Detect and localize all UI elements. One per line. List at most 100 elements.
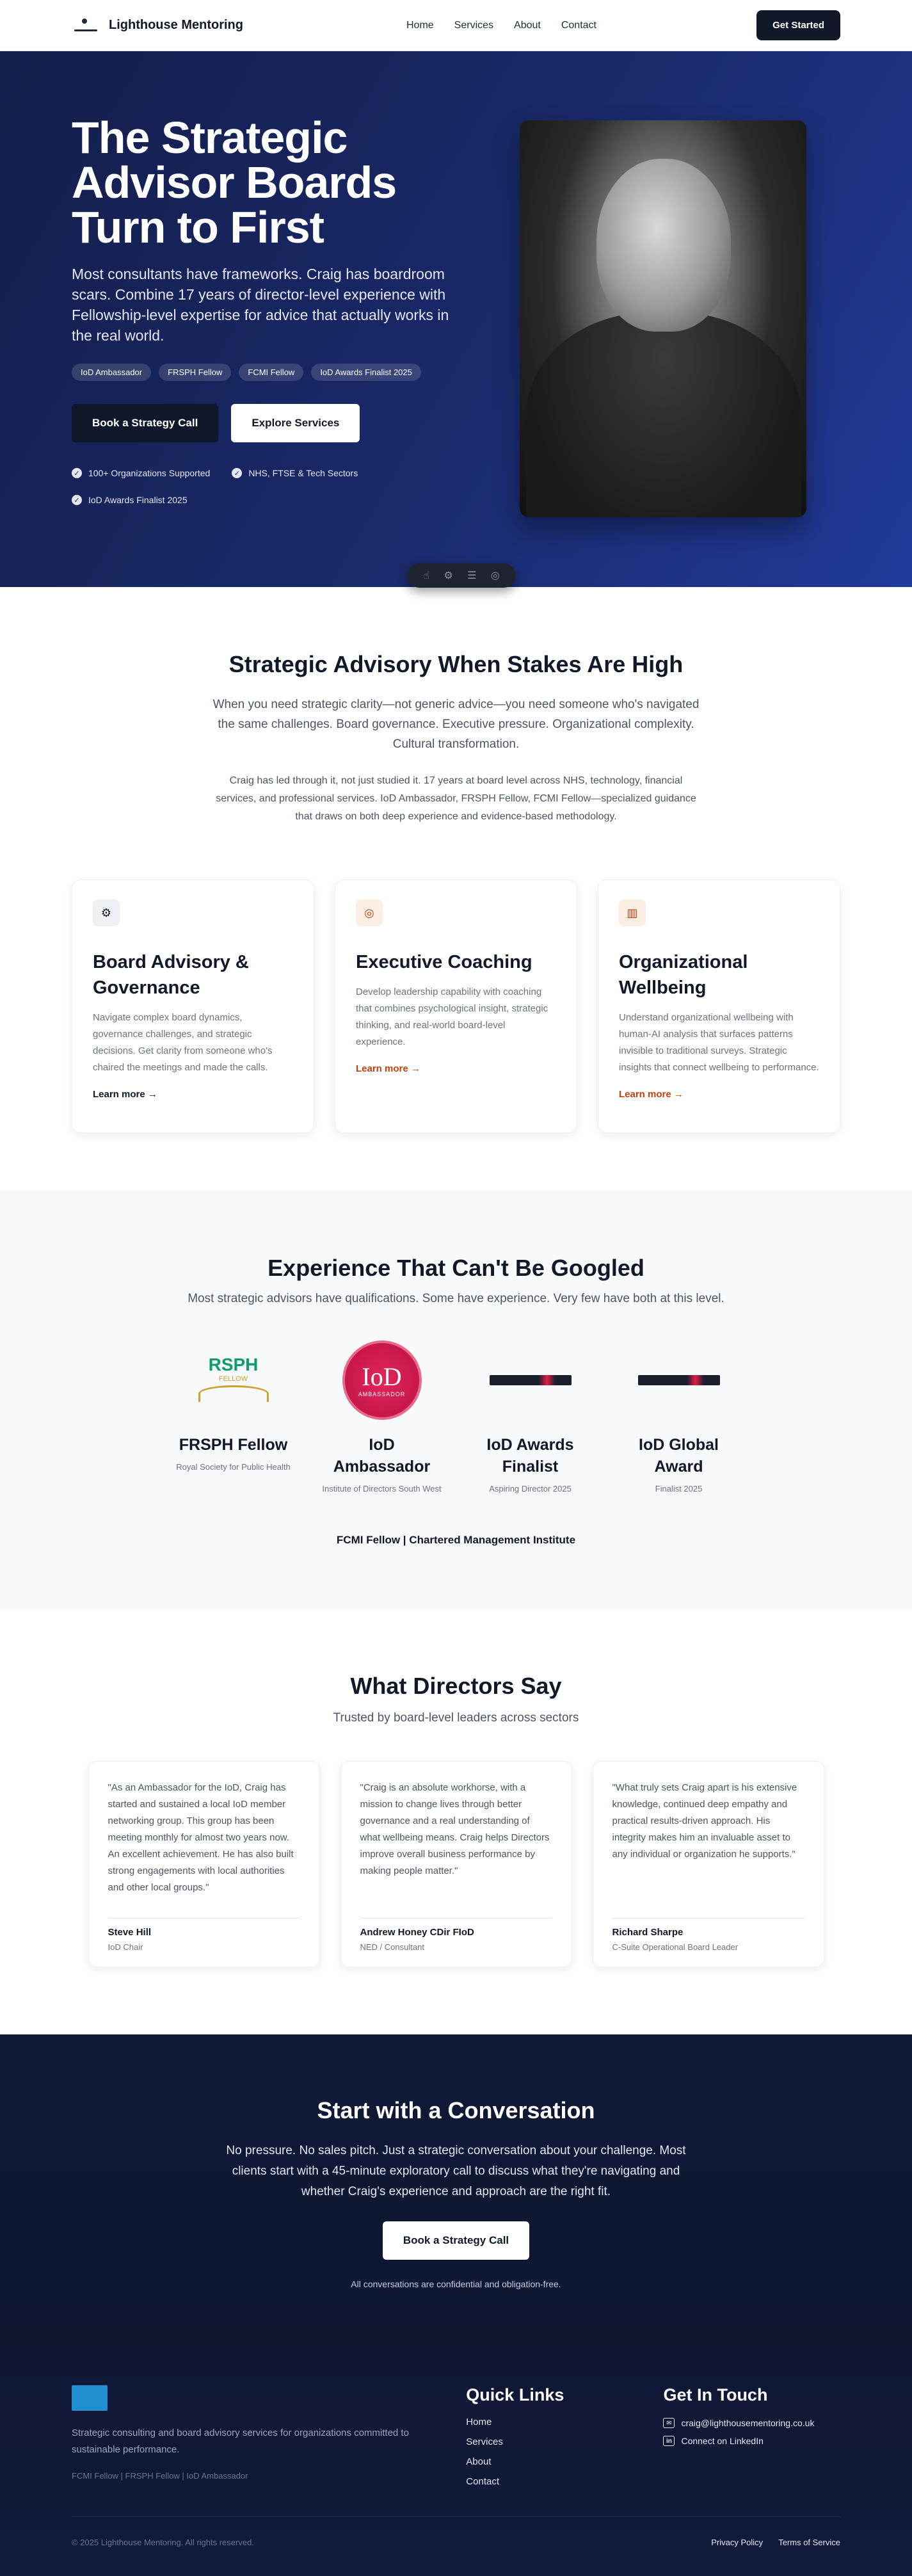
footer-link-services[interactable]: Services bbox=[466, 2436, 663, 2447]
nav-link-services[interactable]: Services bbox=[454, 20, 493, 31]
linkedin-icon: in bbox=[663, 2436, 675, 2446]
get-started-button[interactable]: Get Started bbox=[756, 10, 840, 40]
terms-of-service-link[interactable]: Terms of Service bbox=[778, 2538, 840, 2547]
learn-more-link[interactable]: Learn more → bbox=[93, 1089, 293, 1100]
quote-author: Andrew Honey CDir FIoD bbox=[360, 1927, 474, 1938]
card-text: Understand organizational wellbeing with… bbox=[619, 1012, 819, 1073]
hero-section: The Strategic Advisor Boards Turn to Fir… bbox=[0, 51, 912, 588]
advisory-intro: When you need strategic clarity—not gene… bbox=[212, 698, 700, 751]
testimonial-card: "As an Ambassador for the IoD, Craig has… bbox=[88, 1761, 320, 1967]
footer-description: Strategic consulting and board advisory … bbox=[72, 2427, 409, 2455]
mail-icon: ✉ bbox=[663, 2418, 675, 2428]
footer-link-about[interactable]: About bbox=[466, 2456, 663, 2467]
target-icon: ◎ bbox=[356, 899, 383, 926]
card-title: Executive Coaching bbox=[356, 952, 532, 972]
service-card-board-advisory[interactable]: ⚙ Board Advisory & Governance Navigate c… bbox=[72, 880, 314, 1133]
badge-frsph-fellow: FRSPH Fellow bbox=[159, 364, 232, 381]
service-cards: ⚙ Board Advisory & Governance Navigate c… bbox=[72, 880, 840, 1133]
advisory-detail: Craig has led through it, not just studi… bbox=[216, 775, 696, 822]
list-icon[interactable]: ☰ bbox=[467, 569, 476, 582]
credential-name: IoD Global Award bbox=[639, 1436, 719, 1476]
advisory-title: Strategic Advisory When Stakes Are High bbox=[228, 651, 684, 677]
footer-link-home[interactable]: Home bbox=[466, 2417, 663, 2427]
iod-awards-banner bbox=[489, 1375, 572, 1385]
portrait-photo bbox=[520, 120, 806, 517]
nav-link-about[interactable]: About bbox=[514, 20, 541, 31]
quote-role: IoD Chair bbox=[108, 1942, 143, 1952]
hero-badges: IoD Ambassador FRSPH Fellow FCMI Fellow … bbox=[72, 364, 456, 381]
badge-iod-ambassador: IoD Ambassador bbox=[72, 364, 152, 381]
lighthouse-logo-icon bbox=[72, 16, 100, 35]
linkedin-link[interactable]: in Connect on LinkedIn bbox=[663, 2436, 840, 2446]
quote-role: C-Suite Operational Board Leader bbox=[612, 1942, 739, 1952]
cta-note: All conversations are confidential and o… bbox=[351, 2279, 561, 2289]
testimonial-cards: "As an Ambassador for the IoD, Craig has… bbox=[72, 1761, 840, 1967]
book-strategy-call-button[interactable]: Book a Strategy Call bbox=[72, 404, 219, 442]
explore-services-button[interactable]: Explore Services bbox=[231, 404, 360, 442]
credentials: RSPH FELLOW FRSPH Fellow Royal Society f… bbox=[72, 1340, 840, 1495]
nav-link-contact[interactable]: Contact bbox=[561, 20, 596, 31]
hero-checks: ✓ 100+ Organizations Supported ✓ NHS, FTSE… bbox=[72, 468, 404, 505]
credential-iod-global: IoD Global Award Finalist 2025 bbox=[605, 1340, 753, 1495]
experience-subtitle: Most strategic advisors have qualificati… bbox=[188, 1292, 724, 1305]
card-title: Organizational Wellbeing bbox=[619, 952, 748, 998]
settings-icon[interactable]: ⚙ bbox=[444, 569, 452, 582]
privacy-policy-link[interactable]: Privacy Policy bbox=[711, 2538, 763, 2547]
target-icon[interactable]: ◎ bbox=[491, 569, 500, 582]
hero-subtitle: Most consultants have frameworks. Craig … bbox=[72, 266, 449, 344]
footer-credentials: FCMI Fellow | FRSPH Fellow | IoD Ambassa… bbox=[72, 2471, 248, 2481]
cta-title: Start with a Conversation bbox=[317, 2097, 595, 2123]
learn-more-link[interactable]: Learn more → bbox=[619, 1089, 819, 1100]
fcmi-line: FCMI Fellow | Chartered Management Insti… bbox=[336, 1534, 576, 1546]
check-item: ✓ 100+ Organizations Supported bbox=[72, 468, 210, 478]
pointer-icon[interactable]: ☝ bbox=[423, 569, 429, 582]
credential-name: IoD Awards Finalist bbox=[486, 1436, 574, 1476]
iod-ambassador-logo: IoD AMBASSADOR bbox=[342, 1340, 422, 1420]
brand-name: Lighthouse Mentoring bbox=[109, 18, 243, 32]
testimonials-subtitle: Trusted by board-level leaders across se… bbox=[333, 1711, 579, 1725]
nav-links: Home Services About Contact bbox=[406, 20, 596, 31]
top-nav: Lighthouse Mentoring Home Services About… bbox=[0, 0, 912, 51]
credential-sub: Royal Society for Public Health bbox=[176, 1462, 291, 1472]
credential-name: IoD Ambassador bbox=[333, 1436, 431, 1476]
quote-text: "What truly sets Craig apart is his exte… bbox=[612, 1782, 797, 1860]
check-item: ✓ IoD Awards Finalist 2025 bbox=[72, 495, 188, 505]
email-link[interactable]: ✉ craig@lighthousementoring.co.uk bbox=[663, 2418, 840, 2428]
badge-iod-awards: IoD Awards Finalist 2025 bbox=[311, 364, 421, 381]
service-card-wellbeing[interactable]: ▥ Organizational Wellbeing Understand or… bbox=[598, 880, 840, 1133]
badge-fcmi-fellow: FCMI Fellow bbox=[239, 364, 304, 381]
credential-sub: Finalist 2025 bbox=[655, 1484, 703, 1493]
experience-section: Experience That Can't Be Googled Most st… bbox=[0, 1191, 912, 1609]
learn-more-link[interactable]: Learn more → bbox=[356, 1063, 556, 1074]
quick-links: Home Services About Contact bbox=[466, 2417, 663, 2487]
nav-link-home[interactable]: Home bbox=[406, 20, 434, 31]
footer-link-contact[interactable]: Contact bbox=[466, 2476, 663, 2487]
cta-section: Start with a Conversation No pressure. N… bbox=[0, 2034, 912, 2349]
credential-sub: Institute of Directors South West bbox=[322, 1484, 442, 1493]
check-icon: ✓ bbox=[72, 495, 82, 505]
bar-chart-icon: ▥ bbox=[619, 899, 646, 926]
quote-author: Richard Sharpe bbox=[612, 1927, 684, 1938]
footer-logo-icon bbox=[72, 2385, 108, 2411]
check-item: ✓ NHS, FTSE & Tech Sectors bbox=[232, 468, 358, 478]
card-text: Navigate complex board dynamics, governa… bbox=[93, 1012, 273, 1073]
credential-frsph: RSPH FELLOW FRSPH Fellow Royal Society f… bbox=[159, 1340, 308, 1495]
quote-author: Steve Hill bbox=[108, 1927, 152, 1938]
footer: Strategic consulting and board advisory … bbox=[0, 2349, 912, 2576]
card-text: Develop leadership capability with coach… bbox=[356, 986, 548, 1047]
contact-title: Get In Touch bbox=[663, 2385, 768, 2404]
cta-book-call-button[interactable]: Book a Strategy Call bbox=[382, 2221, 530, 2260]
quote-text: "As an Ambassador for the IoD, Craig has… bbox=[108, 1782, 294, 1893]
iod-global-banner bbox=[637, 1375, 720, 1385]
footer-bottom: © 2025 Lighthouse Mentoring. All rights … bbox=[72, 2516, 840, 2547]
quick-links-title: Quick Links bbox=[466, 2385, 564, 2404]
rsph-logo: RSPH FELLOW bbox=[192, 1355, 275, 1406]
brand[interactable]: Lighthouse Mentoring bbox=[72, 16, 243, 35]
service-card-executive-coaching[interactable]: ◎ Executive Coaching Develop leadership … bbox=[335, 880, 577, 1133]
boardroom-icon: ⚙ bbox=[93, 899, 120, 926]
experience-title: Experience That Can't Be Googled bbox=[268, 1255, 644, 1281]
credential-name: FRSPH Fellow bbox=[179, 1436, 288, 1454]
quote-text: "Craig is an absolute workhorse, with a … bbox=[360, 1782, 550, 1876]
advisory-section: Strategic Advisory When Stakes Are High … bbox=[0, 587, 912, 1191]
card-title: Board Advisory & Governance bbox=[93, 952, 249, 998]
